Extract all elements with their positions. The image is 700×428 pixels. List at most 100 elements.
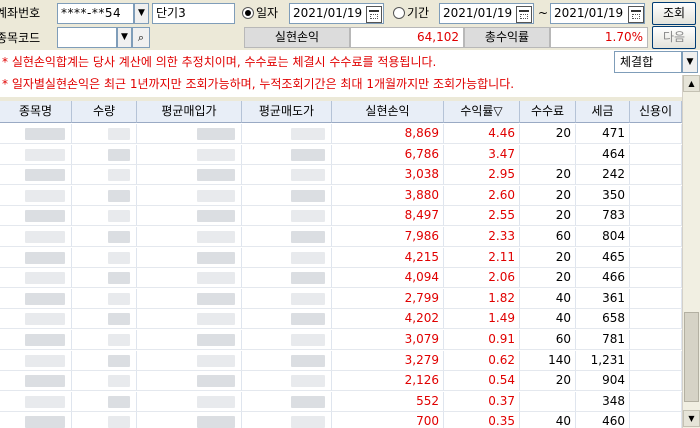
- redacted-block: [197, 334, 235, 346]
- redacted-block: [108, 313, 130, 325]
- arrow-up-icon[interactable]: ▲: [683, 75, 700, 92]
- account-type-field[interactable]: 단기3: [152, 3, 235, 24]
- tax-cell: 466: [576, 268, 630, 288]
- tax-cell: 464: [576, 145, 630, 165]
- redacted-block: [197, 149, 235, 161]
- redacted-block: [108, 416, 130, 428]
- chevron-down-icon[interactable]: ▼: [682, 51, 698, 73]
- credit-cell: [630, 186, 682, 206]
- query-button[interactable]: 조회: [652, 2, 696, 25]
- fee-cell: 20: [520, 124, 576, 144]
- return-rate-cell: 2.55: [444, 206, 520, 226]
- top-toolbar: 계좌번호 ****-**54 ▼ 단기3 일자 2021/01/19 기간 20…: [0, 2, 700, 26]
- masked-cell: [242, 248, 332, 268]
- redacted-block: [291, 313, 325, 325]
- column-header[interactable]: 종목명: [0, 101, 72, 123]
- return-rate-cell: 1.82: [444, 289, 520, 309]
- masked-cell: [72, 289, 137, 309]
- stock-code-field[interactable]: [57, 27, 117, 48]
- return-rate-cell: 0.54: [444, 371, 520, 391]
- search-icon[interactable]: ⌕: [132, 27, 150, 48]
- redacted-block: [108, 210, 130, 222]
- period-radio[interactable]: [393, 7, 405, 19]
- redacted-block: [291, 396, 325, 408]
- date-radio-label[interactable]: 일자: [256, 2, 278, 24]
- tax-cell: 465: [576, 248, 630, 268]
- column-header[interactable]: 수량: [72, 101, 137, 123]
- return-rate-cell: 4.46: [444, 124, 520, 144]
- masked-cell: [242, 268, 332, 288]
- calendar-icon[interactable]: [366, 6, 382, 23]
- date-radio[interactable]: [242, 7, 254, 19]
- masked-cell: [72, 351, 137, 371]
- redacted-block: [108, 375, 130, 387]
- column-header[interactable]: 평균매입가: [137, 101, 242, 123]
- column-header[interactable]: 평균매도가: [242, 101, 332, 123]
- column-header[interactable]: 신용이: [630, 101, 682, 123]
- redacted-block: [291, 375, 325, 387]
- return-rate-cell: 2.33: [444, 227, 520, 247]
- column-header[interactable]: 세금: [576, 101, 630, 123]
- redacted-block: [25, 293, 65, 305]
- masked-cell: [0, 392, 72, 412]
- period-separator: ~: [538, 6, 549, 20]
- credit-cell: [630, 412, 682, 428]
- next-button[interactable]: 다음: [652, 26, 696, 49]
- redacted-block: [25, 272, 65, 284]
- aggregate-select[interactable]: 체결합: [614, 51, 682, 73]
- tax-cell: 781: [576, 330, 630, 350]
- masked-cell: [0, 371, 72, 391]
- pnl-cell: 3,038: [332, 165, 444, 185]
- masked-cell: [0, 165, 72, 185]
- period-radio-label[interactable]: 기간: [407, 2, 429, 24]
- credit-cell: [630, 165, 682, 185]
- pnl-cell: 3,880: [332, 186, 444, 206]
- scroll-thumb[interactable]: [684, 312, 699, 402]
- fee-cell: 40: [520, 289, 576, 309]
- credit-cell: [630, 289, 682, 309]
- credit-cell: [630, 351, 682, 371]
- realized-pnl-label: 실현손익: [244, 27, 350, 48]
- tax-cell: 460: [576, 412, 630, 428]
- return-rate-cell: 2.06: [444, 268, 520, 288]
- redacted-block: [108, 396, 130, 408]
- calendar-icon[interactable]: [516, 6, 532, 23]
- tax-cell: 783: [576, 206, 630, 226]
- masked-cell: [137, 412, 242, 428]
- redacted-block: [108, 272, 130, 284]
- redacted-block: [291, 416, 325, 428]
- pnl-cell: 4,202: [332, 309, 444, 329]
- masked-cell: [137, 330, 242, 350]
- redacted-block: [197, 416, 235, 428]
- vertical-scrollbar[interactable]: ▲ ▼: [682, 75, 700, 428]
- chevron-down-icon[interactable]: ▼: [117, 27, 132, 48]
- column-header[interactable]: 수수료: [520, 101, 576, 123]
- chevron-down-icon[interactable]: ▼: [134, 3, 149, 24]
- calendar-icon[interactable]: [628, 6, 644, 23]
- masked-cell: [0, 248, 72, 268]
- pnl-cell: 700: [332, 412, 444, 428]
- redacted-block: [25, 313, 65, 325]
- masked-cell: [137, 186, 242, 206]
- tax-cell: 658: [576, 309, 630, 329]
- masked-cell: [242, 186, 332, 206]
- masked-cell: [137, 248, 242, 268]
- redacted-block: [197, 190, 235, 202]
- redacted-block: [108, 355, 130, 367]
- redacted-block: [291, 190, 325, 202]
- column-header[interactable]: 실현손익: [332, 101, 444, 123]
- column-header[interactable]: 수익률▽: [444, 101, 520, 123]
- return-rate-cell: 2.60: [444, 186, 520, 206]
- redacted-block: [108, 293, 130, 305]
- arrow-down-icon[interactable]: ▼: [683, 410, 700, 427]
- fee-cell: 60: [520, 227, 576, 247]
- return-rate-cell: 0.62: [444, 351, 520, 371]
- masked-cell: [242, 289, 332, 309]
- masked-cell: [0, 206, 72, 226]
- notice-area: * 실현손익합계는 당사 계산에 의한 추정치이며, 수수료는 체결시 수수료를…: [0, 50, 700, 97]
- account-field[interactable]: ****-**54: [57, 3, 134, 24]
- masked-cell: [72, 165, 137, 185]
- total-return-label: 총수익률: [464, 27, 550, 48]
- notice-line: * 일자별실현손익은 최근 1년까지만 조회가능하며, 누적조회기간은 최대 1…: [2, 77, 515, 91]
- masked-cell: [242, 330, 332, 350]
